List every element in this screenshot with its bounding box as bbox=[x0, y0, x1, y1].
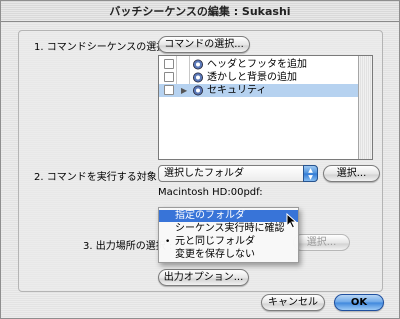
list-item[interactable]: ヘッダとフッタを追加 bbox=[159, 58, 359, 71]
list-item-label: ヘッダとフッタを追加 bbox=[207, 59, 307, 70]
output-choose-button[interactable]: 選択... bbox=[293, 234, 350, 251]
ok-button[interactable]: OK bbox=[334, 294, 384, 311]
step2-label: 2. コマンドを実行する対象 : bbox=[34, 172, 164, 183]
select-commands-button[interactable]: コマンドの選択... bbox=[158, 36, 250, 53]
list-scrollbar[interactable] bbox=[358, 56, 372, 159]
menu-item[interactable]: • 元と同じフォルダ bbox=[159, 236, 298, 248]
list-item-label: セキュリティ bbox=[207, 85, 267, 96]
menu-item-label: 指定のフォルダ bbox=[175, 210, 245, 221]
item-checkbox[interactable] bbox=[164, 72, 174, 82]
menu-item[interactable]: 変更を保存しない bbox=[159, 249, 298, 261]
gear-icon bbox=[193, 59, 203, 70]
cancel-button[interactable]: キャンセル bbox=[261, 294, 325, 311]
target-path: Macintosh HD:00pdf: bbox=[158, 187, 263, 198]
output-location-menu: 指定のフォルダ シーケンス実行時に確認 • 元と同じフォルダ 変更を保存しない bbox=[158, 207, 299, 263]
menu-item-label: 元と同じフォルダ bbox=[175, 236, 255, 247]
gear-icon bbox=[193, 72, 203, 83]
target-popup-value: 選択したフォルダ bbox=[164, 168, 244, 179]
target-choose-button[interactable]: 選択... bbox=[323, 165, 380, 182]
menu-item-label: 変更を保存しない bbox=[175, 249, 255, 260]
item-checkbox[interactable] bbox=[164, 59, 174, 69]
menu-item[interactable]: シーケンス実行時に確認 bbox=[159, 223, 298, 235]
list-item[interactable]: 透かしと背景の追加 bbox=[159, 71, 359, 84]
mouse-pointer-icon bbox=[286, 213, 297, 229]
step1-label: 1. コマンドシーケンスの選択 : bbox=[34, 42, 173, 53]
selected-bullet-icon: • bbox=[165, 237, 171, 247]
popup-arrows-icon: ▲ ▼ bbox=[303, 165, 318, 182]
list-item-label: 透かしと背景の追加 bbox=[207, 72, 297, 83]
window-title: バッチシーケンスの編集 : Sukashi bbox=[1, 1, 399, 22]
menu-item[interactable]: 指定のフォルダ bbox=[159, 210, 298, 222]
disclosure-triangle-icon[interactable]: ▶ bbox=[181, 84, 187, 97]
target-popup[interactable]: 選択したフォルダ ▲ ▼ bbox=[158, 165, 318, 182]
gear-icon bbox=[193, 85, 203, 96]
list-item[interactable]: ▶ セキュリティ bbox=[159, 84, 359, 97]
command-sequence-list: ヘッダとフッタを追加 透かしと背景の追加 ▶ セキュリティ bbox=[158, 55, 373, 160]
menu-item-label: シーケンス実行時に確認 bbox=[175, 223, 285, 234]
item-checkbox[interactable] bbox=[164, 85, 174, 95]
batch-sequence-dialog: バッチシーケンスの編集 : Sukashi 1. コマンドシーケンスの選択 : … bbox=[0, 0, 400, 319]
output-options-button[interactable]: 出力オプション... bbox=[158, 269, 249, 286]
